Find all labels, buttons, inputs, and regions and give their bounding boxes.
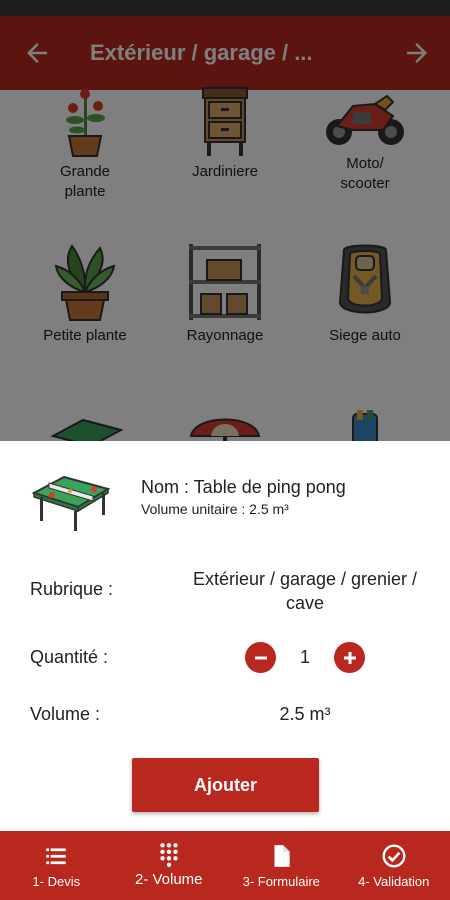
nav-label: 3- Formulaire — [242, 874, 320, 889]
plus-icon — [343, 651, 356, 664]
rubrique-value: Extérieur / garage / grenier / cave — [192, 569, 418, 613]
quantity-value: 1 — [299, 647, 310, 667]
check-circle-icon — [382, 844, 406, 868]
nav-label: 1- Devis — [32, 874, 81, 889]
list-icon — [46, 848, 66, 865]
bottom-navigation: 1- Devis 2- Volume 3- Formulaire 4- Vali… — [0, 831, 450, 900]
item-unit-volume: Volume unitaire : 2.5 m³ — [141, 501, 289, 517]
minus-icon — [254, 656, 267, 659]
keypad-icon — [160, 843, 178, 867]
document-icon — [274, 845, 290, 867]
item-name: Nom : Table de ping pong — [141, 477, 346, 497]
add-button[interactable]: Ajouter — [132, 758, 319, 812]
rubrique-label: Rubrique : — [30, 579, 114, 599]
item-details-sheet: Nom : Table de ping pong Volume unitaire… — [0, 441, 450, 831]
ping-pong-table-icon — [31, 475, 111, 531]
quantity-label: Quantité : — [30, 647, 109, 667]
decrease-quantity-button[interactable] — [245, 642, 276, 673]
nav-item-validation[interactable]: 4- Validation — [338, 831, 450, 900]
nav-label: 2- Volume — [134, 871, 203, 888]
nav-item-volume[interactable]: 2- Volume — [113, 831, 226, 900]
volume-value: 2.5 m³ — [279, 704, 331, 724]
increase-quantity-button[interactable] — [334, 642, 365, 673]
nav-item-devis[interactable]: 1- Devis — [0, 831, 113, 900]
volume-label: Volume : — [30, 704, 101, 724]
modal-scrim[interactable] — [0, 0, 450, 441]
nav-item-formulaire[interactable]: 3- Formulaire — [225, 831, 338, 900]
nav-label: 4- Validation — [358, 874, 430, 889]
